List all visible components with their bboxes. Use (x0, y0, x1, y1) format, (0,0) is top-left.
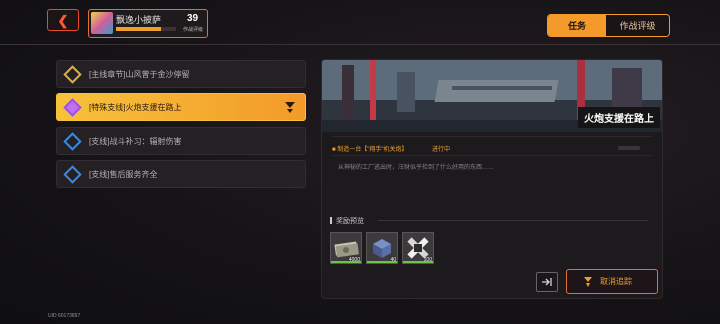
tracking-marker-icon (584, 276, 592, 287)
quest-description: 从神秘的工厂逃出时，汪财似乎捡到了什么好用的东西…… (338, 165, 495, 171)
tracking-marker-icon (285, 102, 295, 113)
go-to-quest-button[interactable] (536, 272, 558, 292)
quest-label: [支线]战斗补习：辐射伤害 (89, 136, 182, 146)
quest-item-special[interactable]: [特殊支线]火炮支援在路上 (56, 93, 306, 121)
tab-combat-rating[interactable]: 作战评级 (606, 15, 669, 36)
cancel-tracking-button[interactable]: 取消追踪 (566, 269, 658, 294)
back-button[interactable]: ❮ (47, 9, 79, 31)
quest-label: [支线]售后服务齐全 (89, 169, 158, 179)
quest-banner-image: 火炮支援在路上 (322, 60, 662, 132)
quest-banner-title: 火炮支援在路上 (578, 107, 660, 128)
divider (378, 220, 648, 221)
quest-item-side[interactable]: [支线]售后服务齐全 (56, 160, 306, 188)
task-progress-indicator (618, 146, 640, 150)
divider (332, 136, 652, 137)
special-quest-icon (63, 97, 82, 117)
reward-preview-title: 奖励预览 (330, 216, 364, 226)
cancel-tracking-label: 取消追踪 (600, 277, 632, 286)
player-rating-label: 作战评级 (183, 27, 204, 33)
reward-item[interactable]: 40 (366, 232, 398, 264)
chevron-left-icon: ❮ (57, 12, 69, 28)
exp-progress-bar (116, 27, 176, 31)
rarity-bar (367, 261, 397, 263)
avatar (91, 12, 113, 34)
main-quest-icon (63, 64, 82, 84)
quest-label: [特殊支线]火炮支援在路上 (89, 102, 182, 112)
enter-icon (542, 278, 552, 286)
quest-label: [主线章节]山风曾于金沙停留 (89, 69, 190, 79)
tab-tasks[interactable]: 任务 (548, 15, 606, 36)
quest-detail-panel: 火炮支援在路上 ■ 制造一台【"翔手"机关炮】 进行中 从神秘的工厂逃出时，汪财… (321, 59, 663, 299)
reward-item[interactable]: 100 (402, 232, 434, 264)
rarity-bar (331, 261, 361, 263)
task-status: 进行中 (432, 147, 451, 153)
user-id: UID 60173897 (48, 313, 81, 319)
quest-item-side[interactable]: [支线]战斗补习：辐射伤害 (56, 127, 306, 155)
rarity-bar (403, 261, 433, 263)
header-divider (0, 44, 720, 45)
player-name: 飘逸小披萨 (116, 15, 162, 25)
side-quest-icon (63, 164, 82, 184)
reward-item[interactable]: 4000 (330, 232, 362, 264)
quest-item-main[interactable]: [主线章节]山风曾于金沙停留 (56, 60, 306, 88)
divider (332, 155, 652, 156)
player-profile[interactable]: 飘逸小披萨 39 作战评级 (88, 9, 208, 38)
side-quest-icon (63, 131, 82, 151)
player-level: 39 (187, 13, 199, 24)
main-tabs: 任务 作战评级 (547, 14, 670, 37)
task-objective: ■ 制造一台【"翔手"机关炮】 (332, 147, 408, 153)
